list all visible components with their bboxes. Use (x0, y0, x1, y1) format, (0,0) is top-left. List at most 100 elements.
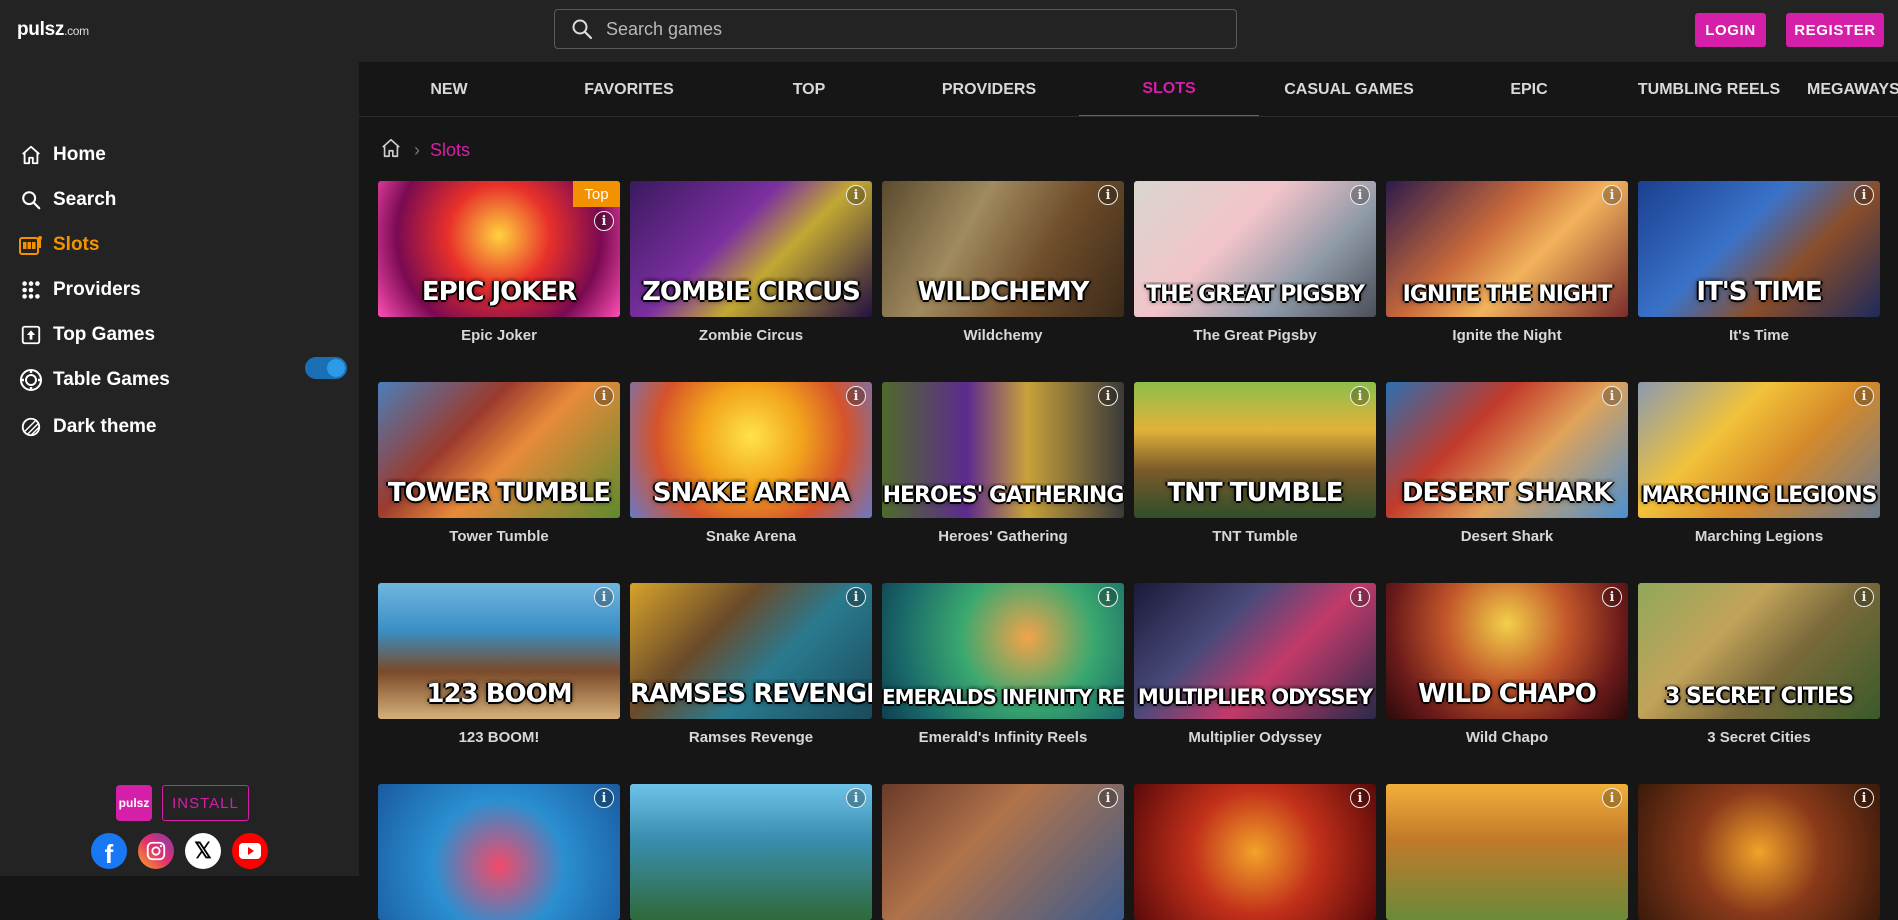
game-card[interactable]: i (1386, 784, 1628, 920)
info-icon[interactable]: i (1350, 788, 1370, 808)
tab-casual-games[interactable]: CASUAL GAMES (1259, 62, 1439, 116)
game-card[interactable]: i (882, 784, 1124, 920)
info-icon[interactable]: i (1350, 587, 1370, 607)
sidebar-item-top-games[interactable]: Top Games (18, 317, 155, 353)
game-thumbnail[interactable]: SNAKE ARENA i (630, 382, 872, 518)
tab-epic[interactable]: EPIC (1439, 62, 1619, 116)
breadcrumb-home-icon[interactable] (380, 137, 402, 164)
game-card[interactable]: DESERT SHARK i Desert Shark (1386, 382, 1628, 545)
info-icon[interactable]: i (1098, 587, 1118, 607)
game-card[interactable]: i (1134, 784, 1376, 920)
search-box[interactable] (554, 9, 1237, 49)
game-card[interactable]: WILDCHEMY i Wildchemy (882, 181, 1124, 344)
game-thumbnail[interactable]: THE GREAT PIGSBY i (1134, 181, 1376, 317)
game-thumbnail[interactable]: MARCHING LEGIONS i (1638, 382, 1880, 518)
tab-tumbling-reels[interactable]: TUMBLING REELS (1619, 62, 1799, 116)
game-card[interactable]: IT'S TIME i It's Time (1638, 181, 1880, 344)
info-icon[interactable]: i (1350, 386, 1370, 406)
info-icon[interactable]: i (846, 788, 866, 808)
game-card[interactable]: i (630, 784, 872, 920)
tab-slots[interactable]: SLOTS (1079, 62, 1259, 116)
game-thumbnail[interactable]: 3 SECRET CITIES i (1638, 583, 1880, 719)
game-card[interactable]: 123 BOOM i 123 BOOM! (378, 583, 620, 746)
youtube-icon[interactable] (232, 833, 268, 869)
game-card[interactable]: WILD CHAPO i Wild Chapo (1386, 583, 1628, 746)
game-card[interactable]: EPIC JOKER Top i Epic Joker (378, 181, 620, 344)
pulsz-logo[interactable]: pulsz.com (17, 19, 89, 41)
install-button[interactable]: INSTALL (162, 785, 249, 821)
game-thumbnail[interactable]: EPIC JOKER Top i (378, 181, 620, 317)
login-button[interactable]: LOGIN (1695, 13, 1766, 47)
info-icon[interactable]: i (1350, 185, 1370, 205)
game-thumbnail[interactable]: DESERT SHARK i (1386, 382, 1628, 518)
game-thumbnail[interactable]: WILDCHEMY i (882, 181, 1124, 317)
game-thumbnail[interactable]: TNT TUMBLE i (1134, 382, 1376, 518)
info-icon[interactable]: i (1854, 386, 1874, 406)
game-card[interactable]: THE GREAT PIGSBY i The Great Pigsby (1134, 181, 1376, 344)
game-card[interactable]: EMERALDS INFINITY REELS i Emerald's Infi… (882, 583, 1124, 746)
game-card[interactable]: i (378, 784, 620, 920)
register-button[interactable]: REGISTER (1786, 13, 1884, 47)
info-icon[interactable]: i (1602, 386, 1622, 406)
game-card[interactable]: TNT TUMBLE i TNT Tumble (1134, 382, 1376, 545)
game-card[interactable]: i (1638, 784, 1880, 920)
game-card[interactable]: SNAKE ARENA i Snake Arena (630, 382, 872, 545)
breadcrumb-current[interactable]: Slots (430, 140, 470, 161)
game-card[interactable]: MARCHING LEGIONS i Marching Legions (1638, 382, 1880, 545)
tab-top[interactable]: TOP (719, 62, 899, 116)
game-thumbnail[interactable]: i (1386, 784, 1628, 920)
game-thumbnail[interactable]: HEROES' GATHERING i (882, 382, 1124, 518)
x-twitter-icon[interactable]: 𝕏 (185, 833, 221, 869)
info-icon[interactable]: i (1854, 185, 1874, 205)
facebook-icon[interactable]: f (91, 833, 127, 869)
sidebar-item-slots[interactable]: Slots (18, 227, 99, 263)
game-thumbnail[interactable]: EMERALDS INFINITY REELS i (882, 583, 1124, 719)
info-icon[interactable]: i (1098, 185, 1118, 205)
game-thumbnail[interactable]: MULTIPLIER ODYSSEY i (1134, 583, 1376, 719)
game-card[interactable]: TOWER TUMBLE i Tower Tumble (378, 382, 620, 545)
game-thumbnail[interactable]: i (1134, 784, 1376, 920)
game-thumbnail[interactable]: i (1638, 784, 1880, 920)
info-icon[interactable]: i (1602, 185, 1622, 205)
info-icon[interactable]: i (1854, 587, 1874, 607)
game-thumbnail[interactable]: WILD CHAPO i (1386, 583, 1628, 719)
dark-theme-toggle[interactable] (305, 357, 347, 379)
game-card[interactable]: MULTIPLIER ODYSSEY i Multiplier Odyssey (1134, 583, 1376, 746)
info-icon[interactable]: i (846, 185, 866, 205)
game-card[interactable]: RAMSES REVENGE i Ramses Revenge (630, 583, 872, 746)
tab-megaways[interactable]: MEGAWAYS (1799, 62, 1898, 116)
info-icon[interactable]: i (1098, 386, 1118, 406)
info-icon[interactable]: i (1602, 788, 1622, 808)
info-icon[interactable]: i (594, 211, 614, 231)
info-icon[interactable]: i (594, 386, 614, 406)
tab-providers[interactable]: PROVIDERS (899, 62, 1079, 116)
sidebar-item-providers[interactable]: Providers (18, 272, 141, 308)
sidebar-item-table-games[interactable]: Table Games (18, 362, 170, 398)
game-thumbnail[interactable]: i (882, 784, 1124, 920)
info-icon[interactable]: i (846, 587, 866, 607)
game-thumbnail[interactable]: 123 BOOM i (378, 583, 620, 719)
instagram-icon[interactable] (138, 833, 174, 869)
game-thumbnail[interactable]: ZOMBIE CIRCUS i (630, 181, 872, 317)
info-icon[interactable]: i (1854, 788, 1874, 808)
game-thumbnail[interactable]: IGNITE THE NIGHT i (1386, 181, 1628, 317)
game-card[interactable]: IGNITE THE NIGHT i Ignite the Night (1386, 181, 1628, 344)
info-icon[interactable]: i (846, 386, 866, 406)
tab-new[interactable]: NEW (359, 62, 539, 116)
game-card[interactable]: 3 SECRET CITIES i 3 Secret Cities (1638, 583, 1880, 746)
tab-favorites[interactable]: FAVORITES (539, 62, 719, 116)
game-thumbnail[interactable]: i (630, 784, 872, 920)
info-icon[interactable]: i (1098, 788, 1118, 808)
game-card[interactable]: HEROES' GATHERING i Heroes' Gathering (882, 382, 1124, 545)
sidebar-item-search[interactable]: Search (18, 182, 116, 218)
info-icon[interactable]: i (1602, 587, 1622, 607)
info-icon[interactable]: i (594, 788, 614, 808)
game-thumbnail[interactable]: IT'S TIME i (1638, 181, 1880, 317)
sidebar-item-home[interactable]: Home (18, 137, 106, 173)
game-thumbnail[interactable]: i (378, 784, 620, 920)
search-input[interactable] (606, 18, 1206, 40)
game-card[interactable]: ZOMBIE CIRCUS i Zombie Circus (630, 181, 872, 344)
game-thumbnail[interactable]: RAMSES REVENGE i (630, 583, 872, 719)
info-icon[interactable]: i (594, 587, 614, 607)
game-thumbnail[interactable]: TOWER TUMBLE i (378, 382, 620, 518)
